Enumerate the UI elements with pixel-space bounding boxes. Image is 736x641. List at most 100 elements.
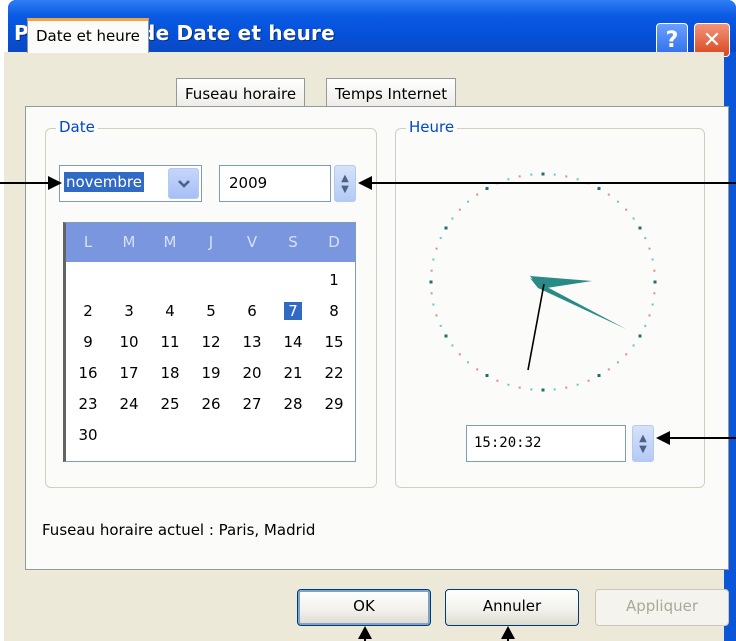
calendar-day[interactable]: 12: [191, 333, 231, 351]
minute-tick: [651, 258, 654, 261]
analog-clock: [429, 172, 657, 392]
minute-tick: [653, 292, 656, 295]
minute-tick: [587, 379, 590, 382]
minute-tick: [451, 217, 454, 220]
hour-tick: [444, 226, 448, 230]
minute-tick: [530, 388, 533, 391]
hour-tick: [638, 334, 642, 338]
calendar-day[interactable]: 29: [314, 395, 354, 413]
time-spinner[interactable]: ▲ ▼: [632, 425, 654, 462]
date-group-label: Date: [56, 118, 98, 136]
tab-date-et-heure[interactable]: Date et heure: [27, 18, 149, 53]
calendar-day[interactable]: 9: [68, 333, 108, 351]
hour-tick: [597, 187, 601, 190]
weekday-header: L: [83, 233, 93, 251]
minute-tick: [553, 388, 556, 391]
calendar-day[interactable]: 1: [314, 271, 354, 289]
minute-tick: [451, 344, 454, 347]
second-hand: [527, 283, 545, 371]
minute-tick: [644, 324, 647, 327]
spin-down-icon[interactable]: ▼: [341, 184, 349, 195]
minute-tick: [632, 217, 635, 220]
hour-tick: [638, 226, 642, 230]
calendar-day[interactable]: 17: [109, 364, 149, 382]
calendar-day[interactable]: 16: [68, 364, 108, 382]
minute-tick: [458, 208, 461, 211]
calendar-day[interactable]: 20: [232, 364, 272, 382]
calendar-day[interactable]: 10: [109, 333, 149, 351]
time-input[interactable]: 15:20:32: [466, 425, 626, 462]
minute-tick: [607, 368, 610, 371]
calendar-day[interactable]: 13: [232, 333, 272, 351]
calendar-day[interactable]: 18: [150, 364, 190, 382]
minute-tick: [507, 383, 510, 386]
minute-tick: [476, 368, 479, 371]
calendar-day[interactable]: 25: [150, 395, 190, 413]
time-group-label: Heure: [406, 118, 458, 136]
calendar-day[interactable]: 30: [68, 426, 108, 444]
cancel-button[interactable]: Annuler: [445, 589, 579, 626]
minute-tick: [432, 258, 435, 261]
calendar-day[interactable]: 3: [109, 302, 149, 320]
apply-button[interactable]: Appliquer: [595, 589, 729, 626]
minute-tick: [430, 269, 433, 272]
minute-tick: [432, 303, 435, 306]
calendar-day[interactable]: 28: [273, 395, 313, 413]
calendar-day[interactable]: 26: [191, 395, 231, 413]
hour-tick: [485, 187, 489, 190]
hour-tick: [541, 172, 545, 176]
current-timezone-label: Fuseau horaire actuel : Paris, Madrid: [42, 521, 316, 539]
calendar-day[interactable]: 19: [191, 364, 231, 382]
calendar-day[interactable]: 7: [284, 302, 302, 320]
year-spinner[interactable]: ▲ ▼: [334, 165, 356, 202]
calendar-day[interactable]: 4: [150, 302, 190, 320]
minute-tick: [439, 324, 442, 327]
calendar-day[interactable]: 22: [314, 364, 354, 382]
hour-tick: [653, 280, 657, 284]
minute-tick: [651, 303, 654, 306]
calendar-day[interactable]: 2: [68, 302, 108, 320]
minute-tick: [616, 361, 619, 364]
minute-tick: [467, 200, 470, 203]
year-value: 2009: [229, 174, 268, 192]
minute-tick: [644, 237, 647, 240]
chevron-down-icon[interactable]: [168, 168, 199, 199]
calendar-weekday-header: LMMJVSD: [66, 223, 355, 262]
minute-tick: [476, 193, 479, 196]
minute-tick: [625, 353, 628, 356]
minute-tick: [625, 208, 628, 211]
minute-tick: [507, 178, 510, 181]
minute-tick: [518, 175, 521, 178]
tab-fuseau-horaire[interactable]: Fuseau horaire: [176, 78, 306, 108]
calendar-day[interactable]: 21: [273, 364, 313, 382]
calendar-day[interactable]: 8: [314, 302, 354, 320]
spin-down-icon[interactable]: ▼: [639, 444, 647, 455]
weekday-header: M: [122, 233, 136, 251]
weekday-header: J: [208, 233, 214, 251]
weekday-header: V: [246, 233, 258, 251]
hour-tick: [429, 280, 433, 284]
minute-tick: [565, 386, 568, 389]
minute-tick: [565, 175, 568, 178]
hour-tick: [541, 388, 545, 392]
tab-temps-internet[interactable]: Temps Internet: [326, 78, 457, 108]
minute-tick: [439, 237, 442, 240]
ok-button[interactable]: OK: [297, 589, 431, 626]
spin-up-icon[interactable]: ▲: [341, 173, 349, 184]
calendar-day[interactable]: 24: [109, 395, 149, 413]
calendar-day[interactable]: 6: [232, 302, 272, 320]
calendar-day[interactable]: 23: [68, 395, 108, 413]
calendar-day[interactable]: 5: [191, 302, 231, 320]
minute-tick: [648, 247, 651, 250]
weekday-header: S: [288, 233, 298, 251]
month-dropdown[interactable]: novembre: [59, 165, 202, 202]
minute-tick: [648, 314, 651, 317]
minute-tick: [607, 193, 610, 196]
calendar-day[interactable]: 27: [232, 395, 272, 413]
year-input[interactable]: 2009: [219, 165, 331, 202]
calendar-day[interactable]: 15: [314, 333, 354, 351]
spin-up-icon[interactable]: ▲: [639, 433, 647, 444]
calendar-day[interactable]: 11: [150, 333, 190, 351]
calendar-day[interactable]: 14: [273, 333, 313, 351]
minute-tick: [576, 178, 579, 181]
